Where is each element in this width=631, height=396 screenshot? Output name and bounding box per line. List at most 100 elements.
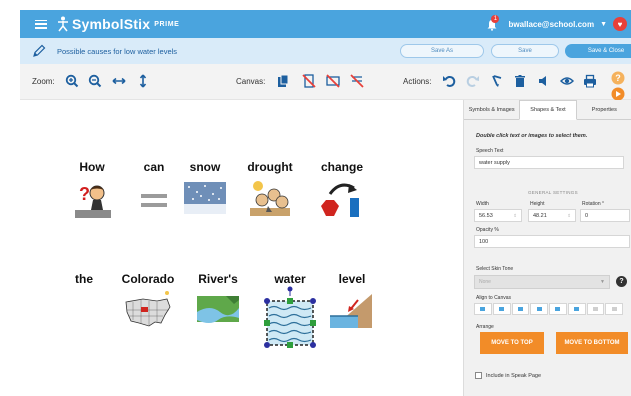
save-as-button[interactable]: Save As [400,44,484,58]
include-speak-page-row[interactable]: Include in Speak Page [475,372,541,379]
user-email[interactable]: bwallace@school.com [508,20,594,29]
title-bar: Possible causes for low water levels Sav… [20,38,631,64]
water-selected-icon[interactable] [261,286,319,354]
fit-height-icon[interactable] [136,74,150,88]
arrange-label: Arrange [476,324,494,330]
align-middle-icon[interactable] [549,303,567,315]
zoom-in-icon[interactable] [65,74,79,88]
tab-shapes-text[interactable]: Shapes & Text [519,100,577,120]
water-level-icon [330,294,372,328]
canvas[interactable]: How ? can snow drought change the Colora… [20,100,463,396]
document-title[interactable]: Possible causes for low water levels [57,47,177,56]
selection-hint: Double click text or images to select th… [476,133,588,139]
rotation-label: Rotation ° [582,201,605,207]
speech-text-label: Speech Text [476,148,504,154]
question-person-icon: ? [75,184,111,218]
align-top-icon[interactable] [530,303,548,315]
equals-icon [141,194,167,207]
skin-tone-value: None [479,279,491,285]
brand: SymbolStix PRIME [57,16,179,32]
symbol-word: the [75,272,93,286]
rotation-field[interactable]: 0 [580,209,630,222]
save-button[interactable]: Save [491,44,559,58]
opacity-field[interactable]: 100 [474,235,630,248]
symbol-change[interactable]: change [312,160,372,217]
symbol-word: change [320,160,363,174]
tab-properties[interactable]: Properties [576,100,631,120]
rotation-value: 0 [585,212,589,219]
undo-icon[interactable] [442,74,456,88]
symbol-word: level [338,272,366,286]
align-bottom-icon[interactable] [567,303,586,315]
top-bar: SymbolStix PRIME 1 bwallace@school.com ▼… [20,10,631,38]
heart-icon[interactable]: ♥ [613,17,627,31]
skin-tone-select[interactable]: None ▼ [474,275,610,289]
print-icon[interactable] [583,74,597,88]
distribute-horizontal-icon[interactable] [586,303,605,315]
canvas-label: Canvas: [236,77,266,86]
align-buttons [474,303,624,315]
magic-wand-icon[interactable] [490,74,504,88]
distribute-vertical-icon[interactable] [605,303,623,315]
symbol-drought[interactable]: drought [240,160,300,216]
symbol-word: snow [189,160,221,174]
logo-icon [58,16,68,32]
actions-label: Actions: [403,77,432,86]
symbol-level[interactable]: level [322,272,382,328]
redo-icon[interactable] [466,74,480,88]
width-label: Width [476,201,489,207]
speech-text-field[interactable]: water supply [474,156,624,169]
align-right-icon[interactable] [511,303,530,315]
toolbar: Zoom: Canvas: Actions: ? [20,64,631,101]
symbol-rivers[interactable]: River's [188,272,248,323]
align-left-icon[interactable] [474,303,492,315]
symbol-word: Colorado [121,272,175,286]
height-field[interactable]: 48.21 ⇕ [528,209,576,222]
width-value: 56.53 [479,212,493,219]
portrait-disabled-icon[interactable] [302,74,316,88]
pencil-icon[interactable] [32,44,46,58]
speaker-icon[interactable] [537,74,551,88]
zoom-label: Zoom: [32,77,55,86]
tab-symbols-images[interactable]: Symbols & Images [464,100,520,120]
height-label: Height [530,201,545,207]
trash-icon[interactable] [513,74,527,88]
symbol-the[interactable]: the [54,272,114,286]
symbol-colorado[interactable]: Colorado [118,272,178,327]
move-to-top-button[interactable]: MOVE TO TOP [480,332,544,354]
save-close-button[interactable]: Save & Close [565,44,631,58]
symbol-word: water [274,272,306,286]
align-center-icon[interactable] [492,303,511,315]
align-label: Align to Canvas [476,295,512,301]
menu-icon[interactable] [35,19,47,29]
stepper-icon: ⇕ [513,212,517,218]
landscape-disabled-icon[interactable] [326,74,340,88]
symbol-how[interactable]: How ? [62,160,122,218]
speech-text-value: water supply [479,159,510,166]
symbol-snow[interactable]: snow [175,160,235,214]
question-icon[interactable]: ? [616,276,627,287]
drought-people-icon [250,181,290,216]
svg-text:?: ? [615,73,621,83]
play-icon[interactable] [611,87,625,101]
chevron-down-icon[interactable]: ▼ [600,21,607,28]
width-field[interactable]: 56.53 ⇕ [474,209,522,222]
us-map-icon [125,291,171,327]
height-value: 48.21 [533,212,547,219]
notifications-button[interactable]: 1 [486,15,500,31]
include-speak-page-checkbox[interactable] [475,372,482,379]
zoom-out-icon[interactable] [88,74,102,88]
opacity-label: Opacity % [476,227,499,233]
fit-width-icon[interactable] [112,74,126,88]
stepper-icon: ⇕ [567,212,571,218]
grid-disabled-icon[interactable] [350,74,364,88]
chevron-down-icon: ▼ [600,279,605,285]
symbol-word: River's [198,272,238,286]
include-speak-page-label: Include in Speak Page [486,372,542,379]
paste-icon[interactable] [276,74,290,88]
symbol-water-selected[interactable]: water [260,272,320,348]
preview-eye-icon[interactable] [560,74,574,88]
move-to-bottom-button[interactable]: MOVE TO BOTTOM [556,332,628,354]
general-settings-heading: GENERAL SETTINGS [528,190,578,195]
help-icon[interactable]: ? [611,71,625,85]
